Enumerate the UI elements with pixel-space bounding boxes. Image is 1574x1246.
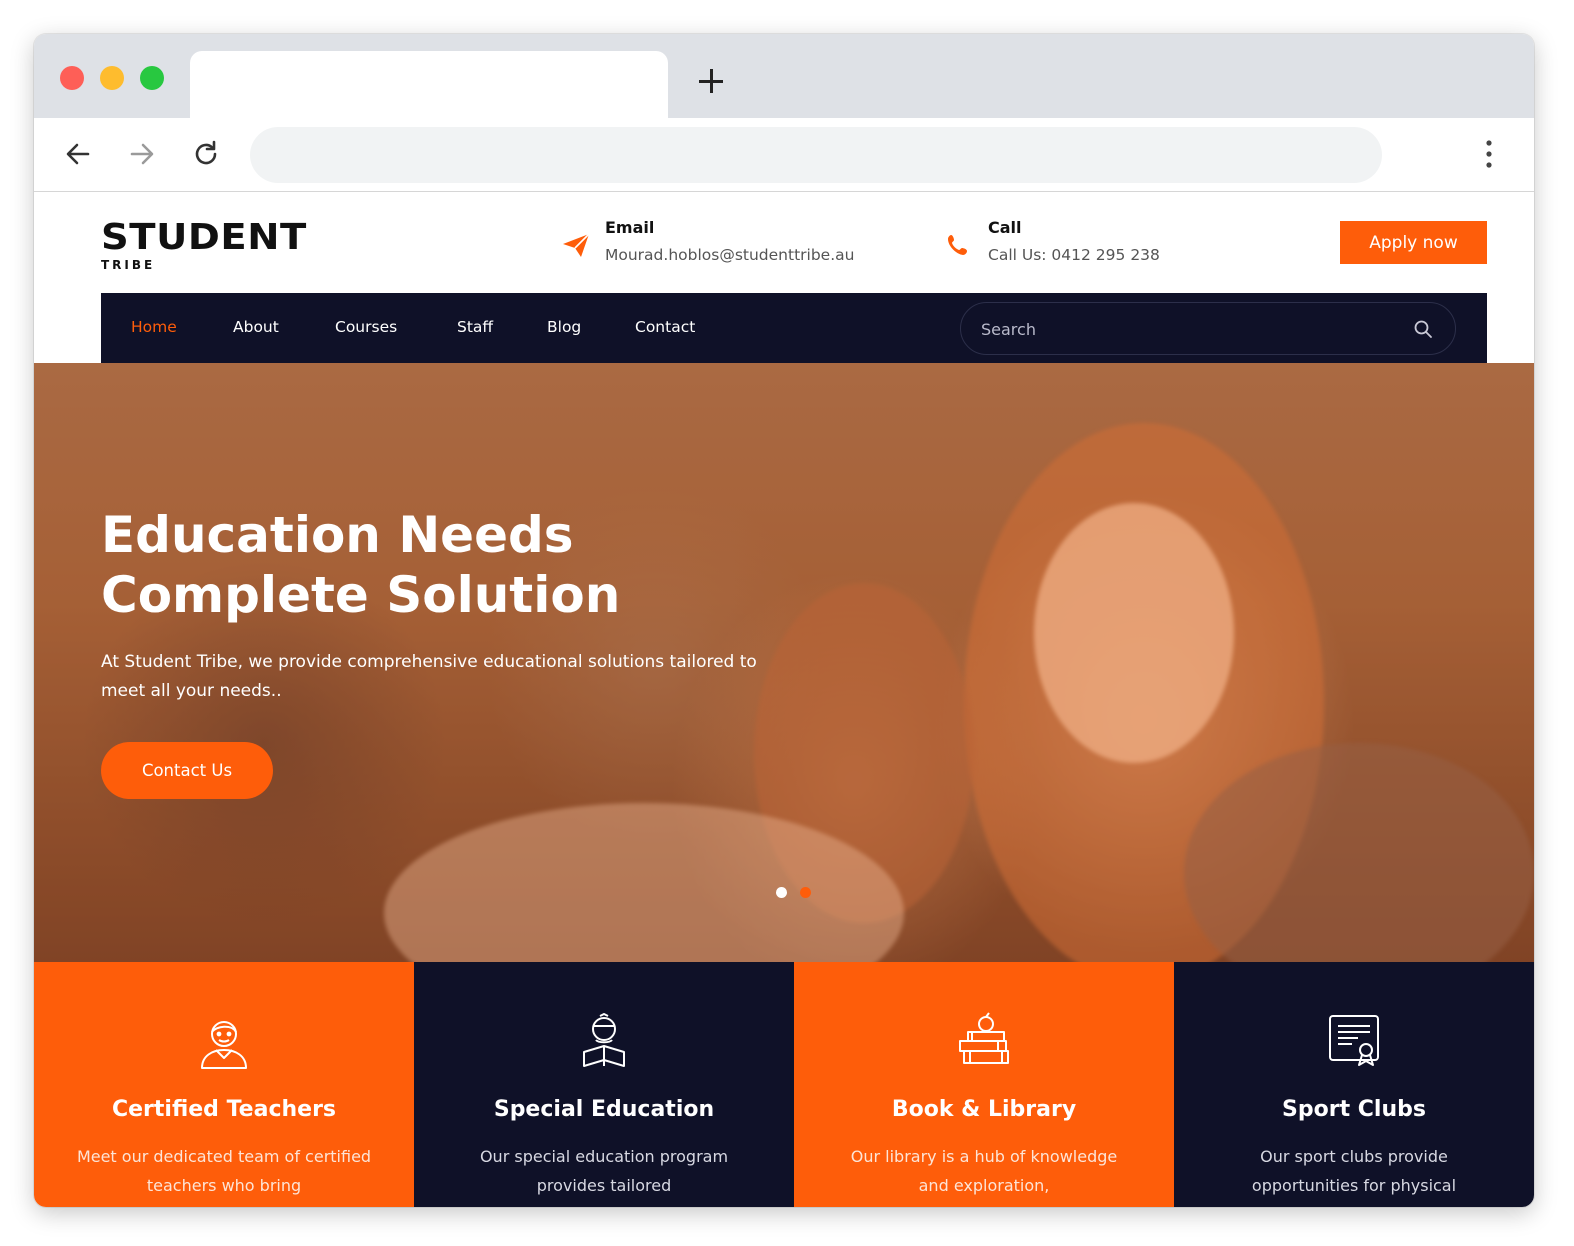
tab-bar [34, 34, 1534, 118]
feature-title: Book & Library [891, 1097, 1077, 1122]
feature-text: Our sport clubs provide opportunities fo… [1251, 1147, 1457, 1195]
maximize-window-button[interactable] [140, 66, 164, 90]
nav-item-contact[interactable]: Contact [635, 318, 695, 336]
carousel-dot-1[interactable] [776, 887, 787, 898]
reload-icon[interactable] [190, 138, 222, 170]
feature-title: Special Education [493, 1097, 715, 1122]
features-section: Certified Teachers Meet our dedicated te… [34, 962, 1534, 1207]
hero-photo-figure-2 [754, 583, 974, 923]
feature-card[interactable]: Certified Teachers Meet our dedicated te… [34, 962, 414, 1207]
feature-card[interactable]: Book & Library Our library is a hub of k… [794, 962, 1174, 1207]
search-box [960, 302, 1456, 355]
hero-title-line-2: Complete Solution [101, 566, 621, 624]
nav-item-courses[interactable]: Courses [335, 318, 397, 336]
student-reading-icon [583, 1013, 625, 1067]
hero-photo-figure [964, 423, 1324, 962]
hero-photo-face [1034, 503, 1234, 763]
browser-menu-icon[interactable] [1478, 138, 1500, 170]
close-window-button[interactable] [60, 66, 84, 90]
books-apple-icon [959, 1012, 1009, 1064]
hero-title-line-1: Education Needs [101, 506, 574, 564]
minimize-window-button[interactable] [100, 66, 124, 90]
browser-toolbar [34, 118, 1534, 192]
logo-title: STUDENT [101, 217, 307, 258]
nav-item-home[interactable]: Home [131, 318, 177, 336]
call-label: Call [988, 218, 1022, 237]
contact-us-button[interactable]: Contact Us [101, 742, 273, 799]
browser-window: STUDENT TRIBE Email Mourad.hoblos@studen… [34, 34, 1534, 1207]
web-page: STUDENT TRIBE Email Mourad.hoblos@studen… [34, 192, 1534, 1207]
apply-now-button[interactable]: Apply now [1340, 221, 1487, 264]
teacher-icon [201, 1021, 247, 1069]
nav-item-about[interactable]: About [233, 318, 279, 336]
feature-text: Our special education program provides t… [479, 1147, 729, 1195]
hero-banner: Education Needs Complete Solution At Stu… [34, 363, 1534, 962]
paper-plane-icon [563, 233, 590, 257]
email-label: Email [605, 218, 655, 237]
active-tab[interactable] [190, 51, 668, 118]
phone-icon [948, 235, 967, 255]
back-arrow-icon[interactable] [62, 138, 94, 170]
hero-description: At Student Tribe, we provide comprehensi… [101, 652, 757, 701]
new-tab-button[interactable] [694, 64, 728, 98]
certificate-icon [1329, 1015, 1379, 1066]
search-input[interactable] [981, 315, 1381, 343]
feature-card[interactable]: Sport Clubs Our sport clubs provide oppo… [1174, 962, 1534, 1207]
hero-photo-desk [384, 803, 904, 962]
feature-card[interactable]: Special Education Our special education … [414, 962, 794, 1207]
phone-number[interactable]: Call Us: 0412 295 238 [988, 246, 1160, 264]
hero-title: Education Needs Complete Solution [101, 505, 901, 625]
site-logo[interactable]: STUDENT TRIBE [101, 218, 306, 273]
search-icon[interactable] [1413, 319, 1433, 339]
carousel-dot-2[interactable] [800, 887, 811, 898]
nav-item-blog[interactable]: Blog [547, 318, 581, 336]
email-address[interactable]: Mourad.hoblos@studenttribe.au [605, 246, 854, 264]
feature-title: Certified Teachers [111, 1097, 337, 1122]
address-bar[interactable] [250, 127, 1382, 183]
nav-item-staff[interactable]: Staff [457, 318, 493, 336]
main-navigation: Home About Courses Staff Blog Contact [101, 293, 1487, 363]
logo-subtitle: TRIBE [101, 258, 156, 272]
feature-title: Sport Clubs [1282, 1097, 1426, 1122]
feature-text: Meet our dedicated team of certified tea… [76, 1147, 372, 1195]
feature-text: Our library is a hub of knowledge and ex… [850, 1147, 1118, 1195]
hero-photo-shirt [1184, 743, 1534, 962]
forward-arrow-icon[interactable] [126, 138, 158, 170]
